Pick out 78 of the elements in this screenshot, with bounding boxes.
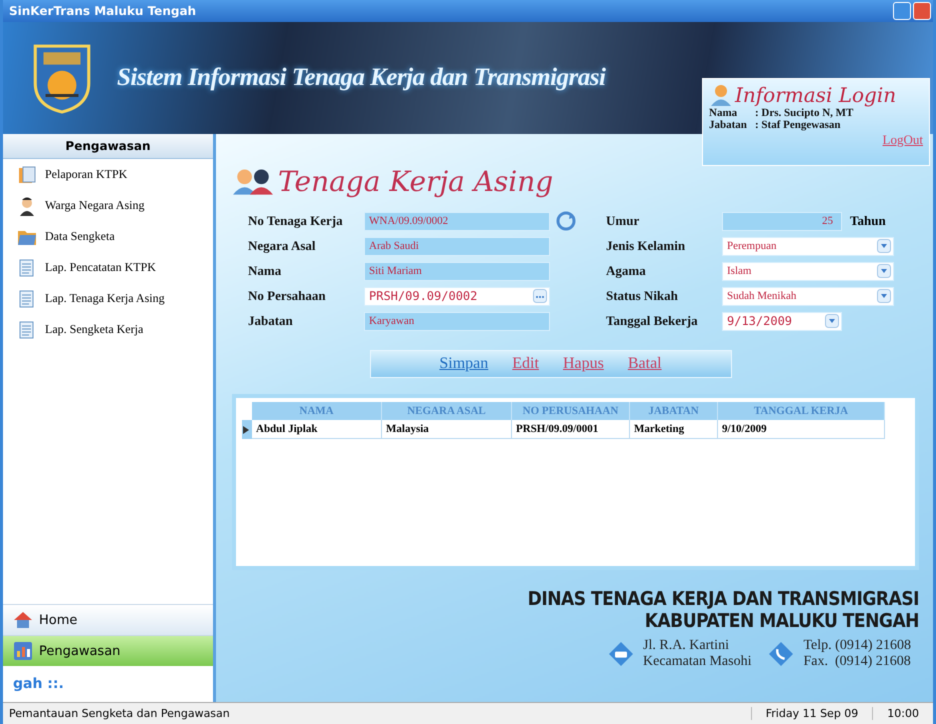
sidebar-item[interactable]: Lap. Tenaga Kerja Asing <box>3 283 213 314</box>
field-label: Negara Asal <box>248 238 317 254</box>
address-text: Kecamatan Masohi <box>643 654 752 670</box>
people-icon <box>232 167 274 195</box>
nav-button[interactable]: Pengawasan <box>3 635 213 666</box>
user-icon <box>709 83 733 107</box>
field-label: Jenis Kelamin <box>606 238 686 254</box>
field-label: No Tenaga Kerja <box>248 213 344 229</box>
field-label: Nama <box>248 263 282 279</box>
car-icon <box>609 642 634 666</box>
status-time: 10:00 <box>872 707 933 720</box>
close-button[interactable] <box>913 2 931 20</box>
logout-link[interactable]: LogOut <box>882 132 923 148</box>
phone-text: Fax. (0914) 21608 <box>803 654 911 670</box>
field-label: Status Nikah <box>606 288 679 304</box>
column-header[interactable]: TANGGAL KERJA <box>718 402 885 420</box>
table-cell: Marketing <box>630 420 718 439</box>
report-icon <box>17 164 37 184</box>
window-title: SinKerTrans Maluku Tengah <box>9 4 196 18</box>
sidebar-item[interactable]: Lap. Sengketa Kerja <box>3 314 213 345</box>
login-label: Jabatan <box>709 119 748 131</box>
action-link[interactable]: Hapus <box>562 355 604 373</box>
sidebar-item[interactable]: Pelaporan KTPK <box>3 159 213 190</box>
form-title: Tenaga Kerja Asing <box>278 164 554 198</box>
table-cell: Malaysia <box>382 420 512 439</box>
field-label: No Persahaan <box>248 288 327 304</box>
action-link[interactable]: Edit <box>512 355 539 373</box>
unit-label: Tahun <box>850 213 886 229</box>
input-field[interactable]: Arab Saudi <box>364 236 550 256</box>
field-label: Agama <box>606 263 647 279</box>
field-label: Tanggal Bekerja <box>606 313 699 329</box>
chart-icon <box>13 641 33 661</box>
column-header[interactable]: JABATAN <box>630 402 718 420</box>
field-label: Jabatan <box>248 313 294 329</box>
sidebar-item[interactable]: Lap. Pencatatan KTPK <box>3 252 213 283</box>
column-header[interactable]: NAMA <box>252 402 382 420</box>
emblem-icon <box>31 42 93 114</box>
banner-title: Sistem Informasi Tenaga Kerja dan Transmigrasi <box>117 64 606 92</box>
dropdown[interactable]: Islam <box>722 262 894 280</box>
sidebar-item[interactable]: Data Sengketa <box>3 221 213 252</box>
dropdown[interactable]: Perempuan <box>722 236 894 256</box>
row-selector[interactable] <box>242 420 252 439</box>
house-icon <box>13 610 33 630</box>
input-field[interactable]: WNA/09.09/0002 <box>364 212 550 230</box>
sidebar-header: Pengawasan <box>3 134 213 159</box>
login-title: Informasi Login <box>735 83 896 107</box>
input-field[interactable]: PRSH/09.09/0002 <box>364 286 550 306</box>
agency-name: DINAS TENAGA KERJA DAN TRANSMIGRASI <box>528 588 919 610</box>
current-row-icon <box>242 424 250 434</box>
sidebar-item[interactable]: Warga Negara Asing <box>3 190 213 221</box>
table-cell: Abdul Jiplak <box>252 420 382 439</box>
browse-icon[interactable] <box>533 289 547 303</box>
agency-name: KABUPATEN MALUKU TENGAH <box>644 610 919 632</box>
address-text: Jl. R.A. Kartini <box>643 638 730 654</box>
status-message: Pemantauan Sengketa dan Pengawasan <box>8 707 231 720</box>
phone-icon <box>769 642 794 666</box>
phone-text: Telp. (0914) 21608 <box>803 638 911 654</box>
action-link[interactable]: Batal <box>628 355 662 373</box>
date-picker[interactable]: 9/13/2009 <box>722 312 842 330</box>
person-icon <box>17 196 37 216</box>
table-cell: 9/10/2009 <box>718 420 885 439</box>
action-link[interactable]: Simpan <box>439 355 488 373</box>
sidebar-footer-text: gah ::. <box>12 675 65 694</box>
dropdown[interactable]: Sudah Menikah <box>722 286 894 306</box>
login-value: : Staf Pengewasan <box>755 119 841 131</box>
refresh-icon[interactable] <box>556 211 576 231</box>
field-label: Umur <box>606 213 640 229</box>
column-header[interactable]: NEGARA ASAL <box>382 402 512 420</box>
input-field[interactable]: Siti Mariam <box>364 262 550 280</box>
column-header[interactable]: NO PERUSAHAAN <box>512 402 630 420</box>
table-cell: PRSH/09.09/0001 <box>512 420 630 439</box>
login-label: Nama <box>709 107 738 119</box>
status-date: Friday 11 Sep 09 <box>750 707 872 720</box>
input-field[interactable]: 25 <box>722 212 842 230</box>
nav-button[interactable]: Home <box>3 604 213 635</box>
login-value: : Drs. Sucipto N, MT <box>755 107 854 119</box>
minimize-button[interactable] <box>893 2 911 20</box>
input-field[interactable]: Karyawan <box>364 312 550 330</box>
